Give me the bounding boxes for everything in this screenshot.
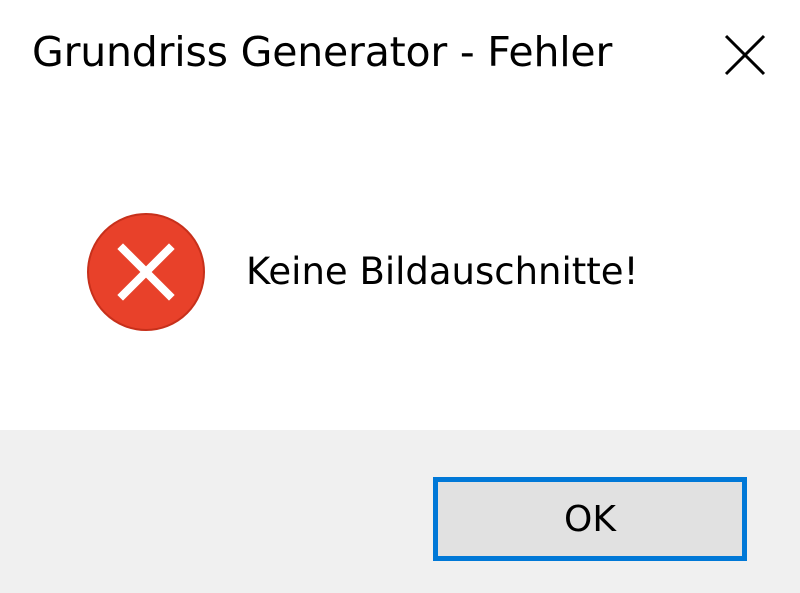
close-icon xyxy=(724,34,766,76)
ok-button-label: OK xyxy=(564,498,616,540)
close-button[interactable] xyxy=(700,10,790,100)
window-title: Grundriss Generator - Fehler xyxy=(32,28,613,76)
dialog-content: Keine Bildauschnitte! xyxy=(0,112,800,430)
error-dialog: Grundriss Generator - Fehler Keine Bilda… xyxy=(0,0,800,593)
ok-button[interactable]: OK xyxy=(433,477,747,561)
title-bar[interactable]: Grundriss Generator - Fehler xyxy=(0,0,800,112)
error-icon xyxy=(87,213,205,331)
error-message: Keine Bildauschnitte! xyxy=(246,250,639,293)
